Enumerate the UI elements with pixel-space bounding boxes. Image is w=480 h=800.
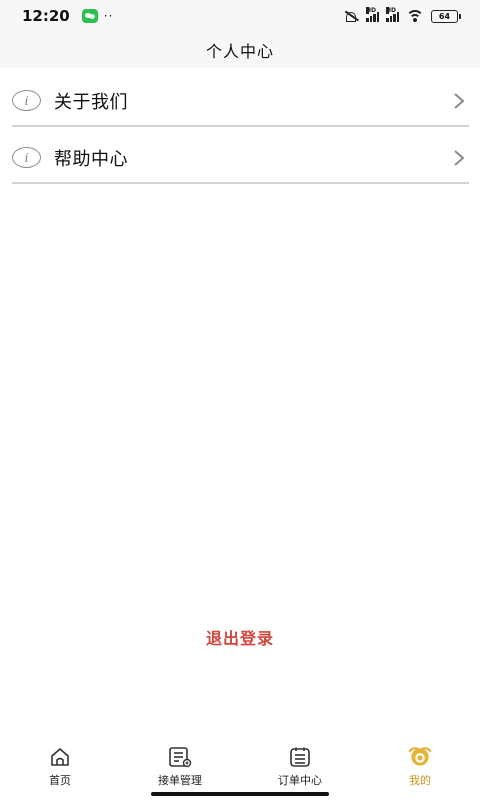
status-time: 12:20	[22, 7, 70, 25]
signal-badge-2: HD	[386, 7, 397, 14]
menu-item-label: 帮助中心	[54, 148, 128, 170]
status-bar: 12:20 ·· HD HD 64	[0, 0, 480, 32]
mute-icon	[343, 10, 359, 22]
chevron-right-icon	[454, 149, 465, 166]
menu-item-help-center[interactable]: i 帮助中心	[12, 133, 469, 184]
info-icon: i	[12, 147, 41, 168]
status-icons: HD HD 64	[343, 7, 461, 23]
tab-my-profile[interactable]: 我的	[360, 738, 480, 800]
profile-icon	[407, 745, 433, 769]
more-notifications-icon: ··	[103, 9, 114, 23]
signal-icon-1: HD	[366, 7, 379, 22]
home-indicator[interactable]	[151, 792, 329, 796]
app-screen: 12:20 ·· HD HD 64 个人中心 i 关于我们 i 帮助中心 退出登…	[0, 0, 480, 800]
bottom-tab-bar: 首页 接单管理 订单中心 我的	[0, 738, 480, 800]
signal-icon-2: HD	[386, 7, 399, 22]
tab-label: 订单中心	[278, 774, 322, 787]
tab-home[interactable]: 首页	[0, 738, 120, 800]
order-list-icon	[287, 745, 313, 769]
wifi-icon	[406, 9, 424, 23]
tab-label: 我的	[409, 774, 431, 787]
wechat-notification-icon	[81, 9, 98, 23]
tab-label: 接单管理	[158, 774, 202, 787]
tab-order-management[interactable]: 接单管理	[120, 738, 240, 800]
order-manage-icon	[167, 745, 193, 769]
menu-item-about-us[interactable]: i 关于我们	[12, 76, 469, 127]
home-icon	[47, 745, 73, 769]
logout-button[interactable]: 退出登录	[140, 622, 340, 652]
page-title: 个人中心	[205, 42, 274, 61]
battery-icon: 64	[431, 9, 461, 23]
tab-order-center[interactable]: 订单中心	[240, 738, 360, 800]
signal-badge-1: HD	[366, 7, 377, 14]
page-header: 个人中心	[0, 32, 480, 68]
chevron-right-icon	[454, 92, 465, 109]
settings-menu: i 关于我们 i 帮助中心	[12, 76, 469, 190]
info-icon: i	[12, 90, 41, 111]
menu-item-label: 关于我们	[54, 91, 128, 113]
tab-label: 首页	[49, 774, 71, 787]
